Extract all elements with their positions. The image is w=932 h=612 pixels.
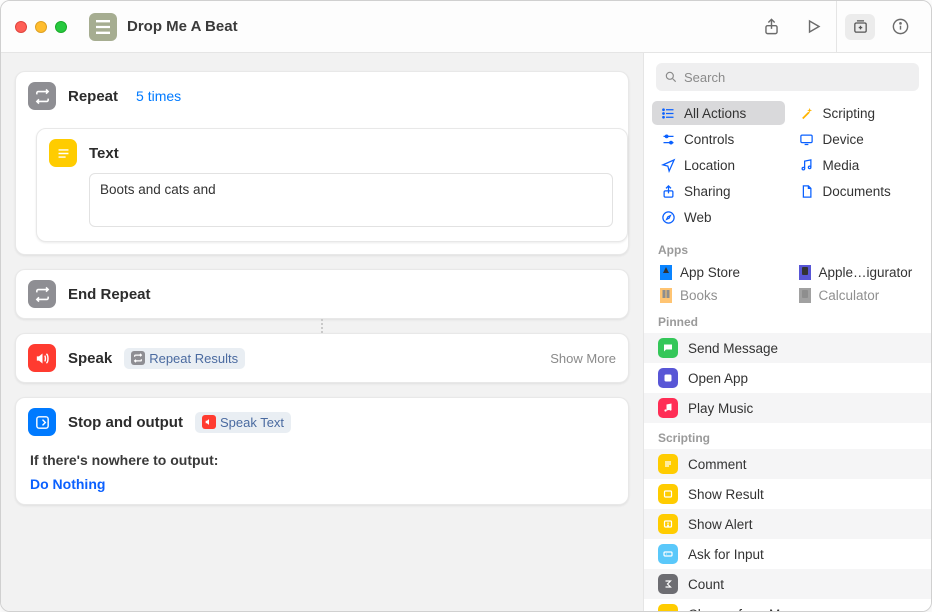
flow-connector (15, 319, 629, 333)
action-item-comment[interactable]: Comment (644, 449, 931, 479)
sliders-icon (660, 131, 676, 147)
alert-icon (658, 514, 678, 534)
category-all-actions[interactable]: All Actions (652, 101, 785, 125)
category-location[interactable]: Location (652, 153, 785, 177)
category-grid: All Actions Scripting Controls Device Lo… (644, 101, 931, 235)
open-app-icon (658, 368, 678, 388)
calculator-icon (799, 288, 811, 303)
action-item-play-music[interactable]: Play Music (644, 393, 931, 423)
share-button[interactable] (760, 16, 782, 38)
app-apple-configurator[interactable]: Apple…igurator (791, 261, 924, 284)
text-icon (49, 139, 77, 167)
sum-icon (658, 574, 678, 594)
app-books[interactable]: Books (652, 284, 785, 307)
action-title: Text (89, 145, 119, 162)
shortcut-icon (89, 13, 117, 41)
repeat-icon (28, 82, 56, 110)
search-input[interactable]: Search (656, 63, 919, 91)
text-input-field[interactable]: Boots and cats and (89, 173, 613, 227)
action-item-send-message[interactable]: Send Message (644, 333, 931, 363)
category-web[interactable]: Web (652, 205, 785, 229)
titlebar: Drop Me A Beat (1, 1, 931, 53)
comment-icon (658, 454, 678, 474)
wand-icon (799, 105, 815, 121)
result-icon (658, 484, 678, 504)
action-title: Repeat (68, 88, 118, 105)
window-controls (15, 21, 67, 33)
search-icon (664, 70, 678, 84)
category-sharing[interactable]: Sharing (652, 179, 785, 203)
input-icon (658, 544, 678, 564)
info-button[interactable] (889, 16, 911, 38)
section-title-apps: Apps (644, 235, 931, 261)
category-scripting[interactable]: Scripting (791, 101, 924, 125)
action-stop-output[interactable]: Stop and output Speak Text If there's no… (15, 397, 629, 505)
output-icon (28, 408, 56, 436)
action-item-count[interactable]: Count (644, 569, 931, 599)
document-icon (799, 183, 815, 199)
action-title: Stop and output (68, 414, 183, 431)
section-title-scripting: Scripting (644, 423, 931, 449)
app-store-icon (660, 265, 672, 280)
action-text[interactable]: Text Boots and cats and (36, 128, 628, 242)
category-device[interactable]: Device (791, 127, 924, 151)
app-app-store[interactable]: App Store (652, 261, 785, 284)
category-controls[interactable]: Controls (652, 127, 785, 151)
action-speak[interactable]: Speak Repeat Results Show More (15, 333, 629, 383)
safari-icon (660, 209, 676, 225)
list-icon (660, 105, 676, 121)
app-window: Drop Me A Beat (0, 0, 932, 612)
location-icon (660, 157, 676, 173)
action-repeat[interactable]: Repeat 5 times Text Boots and cats and (15, 71, 629, 255)
run-button[interactable] (802, 16, 824, 38)
action-end-repeat[interactable]: End Repeat (15, 269, 629, 319)
message-icon (658, 338, 678, 358)
device-icon (799, 131, 815, 147)
books-icon (660, 288, 672, 303)
music-icon (658, 398, 678, 418)
configurator-icon (799, 265, 811, 280)
action-item-open-app[interactable]: Open App (644, 363, 931, 393)
speaker-icon (28, 344, 56, 372)
output-nowhere-label: If there's nowhere to output: (30, 452, 614, 468)
category-documents[interactable]: Documents (791, 179, 924, 203)
output-nowhere-value[interactable]: Do Nothing (30, 476, 614, 492)
action-item-ask-for-input[interactable]: Ask for Input (644, 539, 931, 569)
editor-canvas[interactable]: Repeat 5 times Text Boots and cats and (1, 53, 643, 611)
music-icon (799, 157, 815, 173)
app-calculator[interactable]: Calculator (791, 284, 924, 307)
share-icon (660, 183, 676, 199)
library-sidebar: Search All Actions Scripting Controls (643, 53, 931, 611)
section-title-pinned: Pinned (644, 307, 931, 333)
repeat-icon (28, 280, 56, 308)
action-title: End Repeat (68, 286, 151, 303)
show-more-button[interactable]: Show More (550, 351, 616, 366)
window-title: Drop Me A Beat (127, 18, 238, 35)
library-toggle-button[interactable] (845, 14, 875, 40)
minimize-window-button[interactable] (35, 21, 47, 33)
action-item-show-result[interactable]: Show Result (644, 479, 931, 509)
close-window-button[interactable] (15, 21, 27, 33)
action-item-choose-from-menu[interactable]: Choose from Menu (644, 599, 931, 611)
repeat-count-param[interactable]: 5 times (132, 86, 185, 106)
speak-input-token[interactable]: Repeat Results (124, 348, 245, 369)
action-item-show-alert[interactable]: Show Alert (644, 509, 931, 539)
category-media[interactable]: Media (791, 153, 924, 177)
menu-icon (658, 604, 678, 611)
output-input-token[interactable]: Speak Text (195, 412, 291, 433)
action-title: Speak (68, 350, 112, 367)
zoom-window-button[interactable] (55, 21, 67, 33)
